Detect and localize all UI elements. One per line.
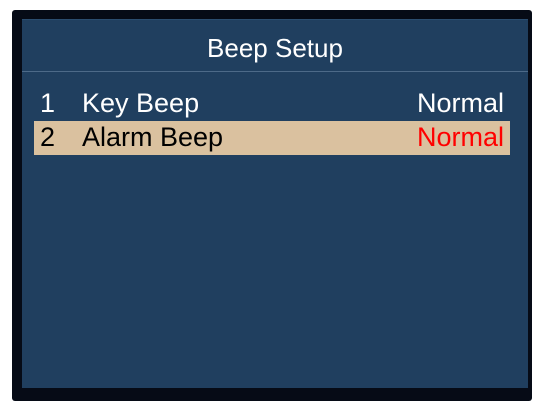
menu-item-number: 2 xyxy=(40,122,56,152)
menu-item-key-beep[interactable]: 1 Key Beep Normal xyxy=(34,87,510,121)
menu-item-number: 1 xyxy=(40,88,56,118)
menu-item-label: Alarm Beep xyxy=(82,122,224,152)
menu-item-value[interactable]: Normal xyxy=(417,88,504,118)
setup-screen: Beep Setup 1 Key Beep Normal 2 Alarm Bee… xyxy=(22,19,528,388)
menu-item-alarm-beep[interactable]: 2 Alarm Beep Normal xyxy=(34,121,510,155)
menu-item-value[interactable]: Normal xyxy=(417,122,504,152)
menu-item-label: Key Beep xyxy=(82,88,200,118)
title-bar: Beep Setup xyxy=(22,20,528,72)
page-title: Beep Setup xyxy=(207,33,343,63)
